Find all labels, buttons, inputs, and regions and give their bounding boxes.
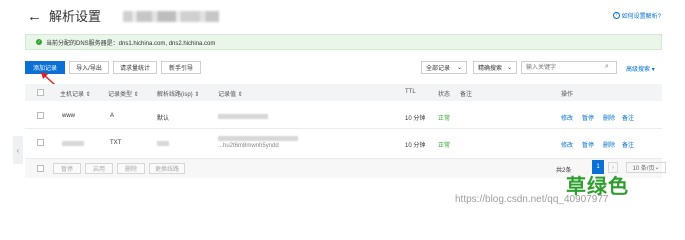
import-export-button[interactable]: 导入/导出 <box>69 61 109 74</box>
page-size-select[interactable]: 10 条/页 ⌄ <box>626 162 666 173</box>
batch-enable-button[interactable]: 启用 <box>85 163 113 174</box>
caret-down-icon: ▾ <box>651 67 655 73</box>
cell-status: 正常 <box>438 116 451 122</box>
watermark-url: https://blog.csdn.net/qq_40907977 <box>455 194 609 205</box>
dns-server-notice: ✓ 当前分配的DNS服务器是：dns1.hichina.com, dns2.hi… <box>25 34 662 50</box>
notice-text: 当前分配的DNS服务器是：dns1.hichina.com, dns2.hich… <box>46 40 216 47</box>
cell-line-redacted <box>157 141 169 146</box>
guide-button[interactable]: 新手引导 <box>161 61 201 74</box>
row-divider <box>25 128 662 129</box>
edit-link[interactable]: 修改 <box>561 140 573 149</box>
header-host[interactable]: 主机记录 ⇕ <box>60 89 91 98</box>
search-icon[interactable]: ⌕ <box>605 63 609 71</box>
header-status: 状态 <box>438 92 451 98</box>
footer-select-all-checkbox[interactable] <box>37 165 44 172</box>
remark-link[interactable]: 备注 <box>622 113 634 122</box>
select-all-checkbox[interactable] <box>37 89 44 96</box>
search-mode-dropdown[interactable]: 精确搜索 ⌄ <box>473 61 517 74</box>
cell-ttl: 10 分钟 <box>405 143 426 149</box>
pause-link[interactable]: 暂停 <box>582 140 594 149</box>
edit-link[interactable]: 修改 <box>561 113 573 122</box>
sort-icon: ⇕ <box>237 92 243 98</box>
header-type[interactable]: 记录类型 ⇕ <box>108 89 139 98</box>
header-ttl: TTL <box>405 89 416 95</box>
dns-settings-page: ← 解析设置 ? 如何设置解析? ✓ 当前分配的DNS服务器是：dns1.hic… <box>0 0 685 214</box>
remark-link[interactable]: 备注 <box>622 140 634 149</box>
batch-pause-button[interactable]: 暂停 <box>53 163 81 174</box>
help-link[interactable]: ? 如何设置解析? <box>612 11 661 20</box>
page-title: 解析设置 <box>49 9 102 24</box>
batch-change-line-button[interactable]: 更换线路 <box>149 163 185 174</box>
request-stats-button[interactable]: 请求量统计 <box>113 61 157 74</box>
sort-icon: ⇕ <box>85 92 91 98</box>
cell-type: TXT <box>110 140 122 146</box>
batch-delete-button[interactable]: 删除 <box>117 163 145 174</box>
row-checkbox[interactable] <box>37 112 44 119</box>
record-filter-label: 全部记录 <box>426 66 451 72</box>
chevron-down-icon: ⌄ <box>506 65 512 71</box>
delete-link[interactable]: 删除 <box>603 113 615 122</box>
cell-line: 默认 <box>157 116 170 122</box>
sort-icon: ⇕ <box>133 92 139 98</box>
help-link-label: 如何设置解析? <box>621 14 661 20</box>
check-circle-icon: ✓ <box>36 39 42 45</box>
chevron-down-icon: ⌄ <box>456 65 462 71</box>
record-filter-dropdown[interactable]: 全部记录 ⌄ <box>421 61 467 74</box>
row-checkbox[interactable] <box>37 139 44 146</box>
header-value-label: 记录值 <box>218 92 237 98</box>
chevron-down-icon: ⌄ <box>654 165 660 171</box>
header-ops: 操作 <box>561 92 574 98</box>
search-mode-label: 精确搜索 <box>478 66 503 72</box>
header-line[interactable]: 解析线路(isp) ⇕ <box>157 89 199 98</box>
cell-type: A <box>110 113 115 119</box>
cell-value-partial: ...hu2t6m8mwnh5yndd <box>218 143 279 149</box>
cell-value-redacted <box>218 136 298 141</box>
cell-value-redacted <box>218 114 268 119</box>
domain-name-redacted <box>123 11 219 22</box>
header-remark: 备注 <box>460 92 473 98</box>
cell-host: www <box>62 113 75 119</box>
header-value[interactable]: 记录值 ⇕ <box>218 89 243 98</box>
header-host-label: 主机记录 <box>60 92 85 98</box>
sidebar-collapse-handle[interactable]: ‹ <box>13 136 23 164</box>
header-type-label: 记录类型 <box>108 92 133 98</box>
cell-status: 正常 <box>438 143 451 149</box>
back-arrow-icon[interactable]: ← <box>27 9 42 24</box>
advanced-search-link[interactable]: 高级搜索 ▾ <box>626 64 655 73</box>
pause-link[interactable]: 暂停 <box>582 113 594 122</box>
question-icon: ? <box>612 12 620 19</box>
sort-icon: ⇕ <box>194 92 200 98</box>
delete-link[interactable]: 删除 <box>603 140 615 149</box>
header-line-label: 解析线路(isp) <box>157 92 193 98</box>
page-size-label: 10 条/页 <box>632 166 655 172</box>
keyword-search-input[interactable] <box>521 61 617 74</box>
cell-host-redacted <box>62 141 84 146</box>
advanced-search-label: 高级搜索 <box>626 67 651 73</box>
cell-ttl: 10 分钟 <box>405 116 426 122</box>
